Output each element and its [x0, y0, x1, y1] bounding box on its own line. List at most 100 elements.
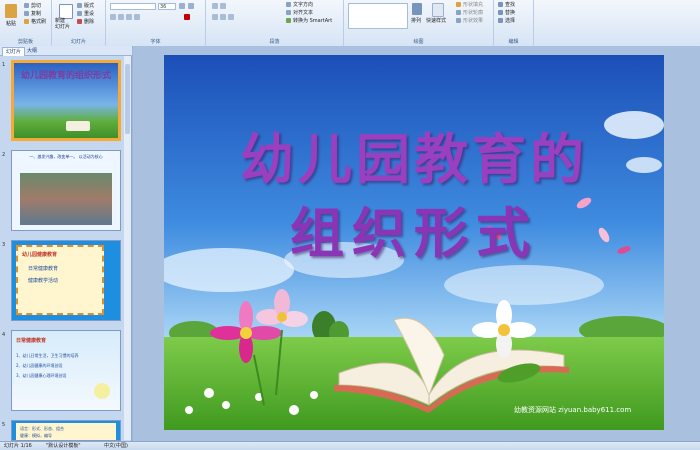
font-size-combo[interactable]: 36: [158, 3, 176, 10]
smartart-icon[interactable]: [286, 18, 291, 23]
slide-canvas: 幼儿园教育的 组织形式 幼教资源网站 ziyuan.baby611.com: [133, 46, 700, 441]
thumb-title: 幼儿园健康教育: [22, 252, 58, 258]
slide-thumb-1[interactable]: 幼儿园教育的组织形式: [11, 60, 121, 141]
reset-icon[interactable]: [77, 11, 82, 16]
smartart-button[interactable]: 转换为 SmartArt: [293, 17, 332, 24]
text-direction-icon[interactable]: [286, 2, 291, 7]
delete-button[interactable]: 删除: [84, 18, 94, 25]
grow-font-icon[interactable]: [179, 3, 185, 9]
tab-slides[interactable]: 幻灯片: [2, 47, 26, 56]
format-painter-icon[interactable]: [24, 19, 29, 24]
shape-effects-button[interactable]: 形状效果: [463, 17, 483, 24]
copy-button[interactable]: 复制: [31, 10, 41, 17]
quick-styles-button[interactable]: 快速样式: [426, 17, 446, 24]
clipboard-group: 粘贴 剪切 复制 格式刷 剪贴板: [0, 0, 52, 46]
clipboard-label: 剪贴板: [17, 39, 33, 45]
slides-panel: 幻灯片 大纲 1 幼儿园教育的组织形式 2 一、激发兴趣，改变单一。 以活动为核…: [0, 46, 132, 441]
find-icon[interactable]: [498, 2, 503, 7]
reset-button[interactable]: 重设: [84, 10, 94, 17]
thumb-panel: 语言：形式、形态、组合 健康：模拟，编导: [16, 423, 116, 440]
ribbon: 粘贴 剪切 复制 格式刷 剪贴板 新建 幻灯片 版式 重设 删除 幻灯片 36 …: [0, 0, 700, 47]
slide-title-line2[interactable]: 组织形式: [164, 201, 664, 265]
thumb-item: 2、幼儿园健康的环境创设: [16, 363, 63, 368]
select-button[interactable]: 选择: [505, 17, 515, 24]
cut-icon[interactable]: [24, 3, 29, 8]
shrink-font-icon[interactable]: [188, 3, 194, 9]
thumb-item: 健康教学活动: [28, 278, 59, 284]
slide-1[interactable]: 幼儿园教育的 组织形式 幼教资源网站 ziyuan.baby611.com: [164, 55, 664, 430]
panel-tabs: 幻灯片 大纲: [0, 46, 132, 56]
delete-icon[interactable]: [77, 19, 82, 24]
drawing-group: 排列 快速样式 形状填充 形状轮廓 形状效果 绘图: [344, 0, 494, 46]
select-icon[interactable]: [498, 18, 503, 23]
thumb-title: 语言：形式、形态、组合: [20, 426, 64, 431]
replace-icon[interactable]: [498, 10, 503, 15]
shape-effects-icon[interactable]: [456, 18, 461, 23]
panel-scrollbar[interactable]: [124, 56, 131, 440]
shape-fill-button[interactable]: 形状填充: [463, 1, 483, 8]
thumb-item: 1、幼儿日常生活，卫生习惯的培养: [16, 353, 79, 358]
align-left-icon[interactable]: [212, 14, 218, 20]
slide-thumb-4[interactable]: 日常健康教育 1、幼儿日常生活，卫生习惯的培养 2、幼儿园健康的环境创设 3、幼…: [11, 330, 121, 411]
thumb-title: 日常健康教育: [16, 338, 47, 344]
strikethrough-icon[interactable]: [134, 14, 140, 20]
slide-thumb-2[interactable]: 一、激发兴趣，改变单一。 以活动为核心: [11, 150, 121, 231]
slides-label: 幻灯片: [70, 39, 86, 45]
shape-outline-icon[interactable]: [456, 10, 461, 15]
replace-button[interactable]: 替换: [505, 9, 515, 16]
align-right-icon[interactable]: [228, 14, 234, 20]
new-slide-button[interactable]: 新建 幻灯片: [55, 18, 70, 30]
paste-icon[interactable]: [5, 4, 17, 18]
drawing-label: 绘图: [413, 39, 424, 45]
paste-button[interactable]: 粘贴: [6, 20, 16, 27]
book-image: [66, 121, 90, 131]
new-slide-icon[interactable]: [59, 4, 73, 19]
align-text-icon[interactable]: [286, 10, 291, 15]
format-painter-button[interactable]: 格式刷: [31, 18, 46, 25]
quick-styles-icon[interactable]: [432, 3, 444, 17]
font-color-icon[interactable]: [184, 14, 190, 20]
cut-button[interactable]: 剪切: [31, 2, 41, 9]
thumb-item: 3、幼儿园健康心理环境创设: [16, 373, 67, 378]
slide-number: 2: [2, 152, 6, 158]
underline-icon[interactable]: [126, 14, 132, 20]
slides-group: 新建 幻灯片 版式 重设 删除 幻灯片: [52, 0, 106, 46]
text-direction-button[interactable]: 文字方向: [293, 1, 313, 8]
arrange-button[interactable]: 排列: [411, 17, 421, 24]
thumb-panel: 幼儿园健康教育 日常健康教育 健康教学活动: [16, 245, 104, 315]
watermark-text: 幼教资源网站 ziyuan.baby611.com: [514, 406, 632, 414]
slide-thumb-3[interactable]: 幼儿园健康教育 日常健康教育 健康教学活动: [11, 240, 121, 321]
shapes-gallery[interactable]: [348, 3, 408, 29]
bold-icon[interactable]: [110, 14, 116, 20]
arrange-icon[interactable]: [412, 3, 422, 15]
flower-image: [94, 383, 110, 399]
slide-thumb-5[interactable]: 语言：形式、形态、组合 健康：模拟，编导: [11, 420, 121, 441]
thumb-title: 一、激发兴趣，改变单一。 以活动为核心: [29, 154, 103, 159]
thumb-photo: [20, 173, 112, 225]
numbering-icon[interactable]: [220, 3, 226, 9]
bullets-icon[interactable]: [212, 3, 218, 9]
italic-icon[interactable]: [118, 14, 124, 20]
editing-group: 查找 替换 选择 编辑: [494, 0, 534, 46]
layout-button[interactable]: 版式: [84, 2, 94, 9]
find-button[interactable]: 查找: [505, 1, 515, 8]
thumb-title: 幼儿园教育的组织形式: [20, 71, 111, 81]
slide-title-line1[interactable]: 幼儿园教育的: [164, 127, 664, 191]
align-center-icon[interactable]: [220, 14, 226, 20]
layout-icon[interactable]: [77, 3, 82, 8]
slide-number: 4: [2, 332, 6, 338]
paragraph-label: 段落: [269, 39, 280, 45]
tab-outline[interactable]: 大纲: [24, 47, 40, 55]
thumb-item: 日常健康教育: [28, 266, 59, 272]
font-label: 字体: [150, 39, 161, 45]
font-group: 36 字体: [106, 0, 206, 46]
scrollbar-thumb[interactable]: [125, 64, 130, 134]
font-name-combo[interactable]: [110, 3, 156, 10]
slide-number: 3: [2, 242, 6, 248]
slide-number: 5: [2, 422, 6, 428]
shape-fill-icon[interactable]: [456, 2, 461, 7]
shape-outline-button[interactable]: 形状轮廓: [463, 9, 483, 16]
align-text-button[interactable]: 对齐文本: [293, 9, 313, 16]
copy-icon[interactable]: [24, 11, 29, 16]
slide-number: 1: [2, 62, 6, 68]
